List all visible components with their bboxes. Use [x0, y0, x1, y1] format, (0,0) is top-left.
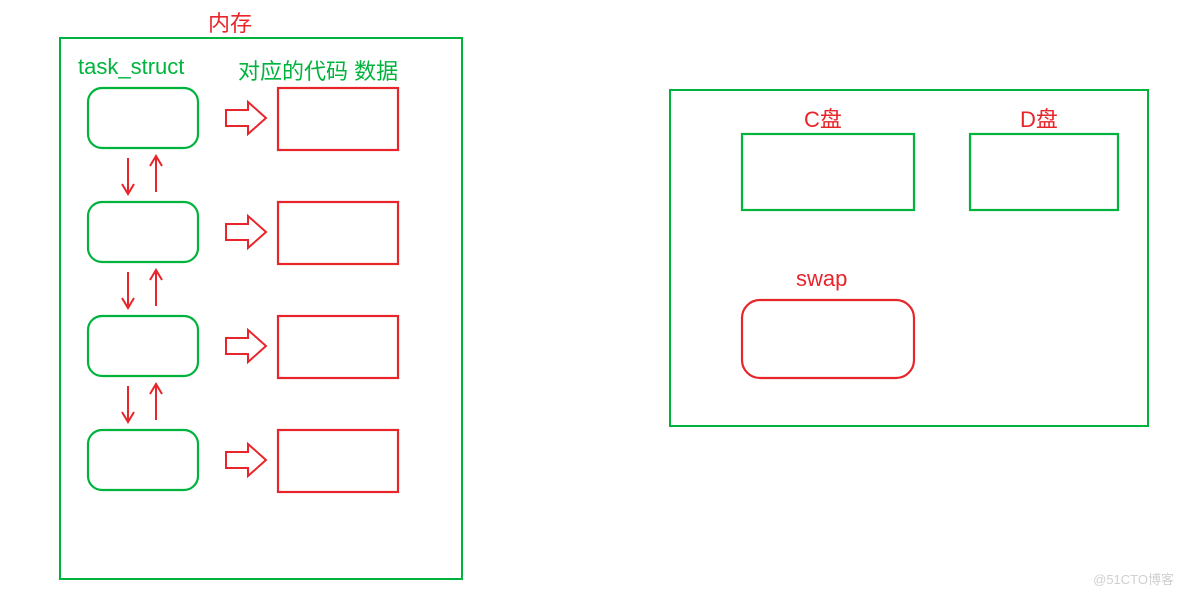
diagram-svg — [0, 0, 1184, 594]
arrow-right-2 — [226, 216, 266, 248]
d-drive-label: D盘 — [1020, 102, 1058, 134]
arrow-right-3 — [226, 330, 266, 362]
task-struct-box-1 — [88, 88, 198, 148]
code-data-box-1 — [278, 88, 398, 150]
updown-arrows-1 — [122, 156, 162, 194]
code-data-box-2 — [278, 202, 398, 264]
task-struct-box-3 — [88, 316, 198, 376]
memory-title: 内存 — [208, 6, 252, 38]
task-struct-box-2 — [88, 202, 198, 262]
code-data-box-3 — [278, 316, 398, 378]
code-data-label: 对应的代码 数据 — [238, 54, 398, 86]
updown-arrows-2 — [122, 270, 162, 308]
arrow-right-4 — [226, 444, 266, 476]
memory-outer-box — [60, 38, 462, 579]
arrow-right-1 — [226, 102, 266, 134]
task-struct-label: task_struct — [78, 54, 184, 80]
c-drive-box — [742, 134, 914, 210]
swap-box — [742, 300, 914, 378]
watermark: @51CTO博客 — [1093, 569, 1174, 588]
updown-arrows-3 — [122, 384, 162, 422]
code-data-box-4 — [278, 430, 398, 492]
c-drive-label: C盘 — [804, 102, 842, 134]
d-drive-box — [970, 134, 1118, 210]
task-struct-box-4 — [88, 430, 198, 490]
swap-label: swap — [796, 266, 847, 292]
